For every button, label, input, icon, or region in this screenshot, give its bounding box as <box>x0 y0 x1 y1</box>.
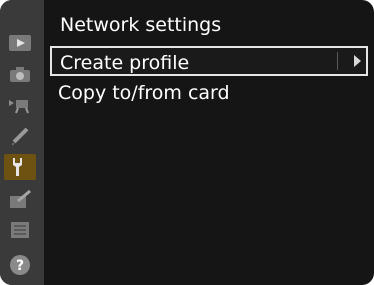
my-menu-tab[interactable] <box>4 217 36 243</box>
my-menu-icon <box>11 222 29 238</box>
camera-menu-screen: ? Network settings Create profile Copy t… <box>0 0 374 285</box>
playback-tab[interactable] <box>4 30 36 56</box>
menu-item-label: Copy to/from card <box>58 82 230 104</box>
photo-shooting-tab[interactable] <box>4 61 36 87</box>
playback-icon <box>9 35 31 51</box>
movie-icon <box>9 100 29 114</box>
menu-category-sidebar: ? <box>0 0 44 285</box>
menu-item-copy-to-from-card[interactable]: Copy to/from card <box>50 78 368 108</box>
help-icon: ? <box>10 255 30 275</box>
wrench-icon <box>13 158 22 176</box>
movie-shooting-tab[interactable] <box>4 92 36 118</box>
help-button[interactable]: ? <box>4 252 36 278</box>
setup-tab[interactable] <box>4 154 36 180</box>
menu-title: Network settings <box>60 14 222 36</box>
chevron-right-icon <box>354 55 361 67</box>
svg-text:?: ? <box>16 258 24 274</box>
menu-item-label: Create profile <box>60 52 190 74</box>
pencil-icon <box>12 127 29 145</box>
retouch-icon <box>10 189 31 208</box>
submenu-divider <box>337 52 338 70</box>
retouch-tab[interactable] <box>4 186 36 212</box>
custom-settings-tab[interactable] <box>4 123 36 149</box>
menu-item-create-profile[interactable]: Create profile <box>50 46 368 76</box>
camera-icon <box>10 67 30 82</box>
